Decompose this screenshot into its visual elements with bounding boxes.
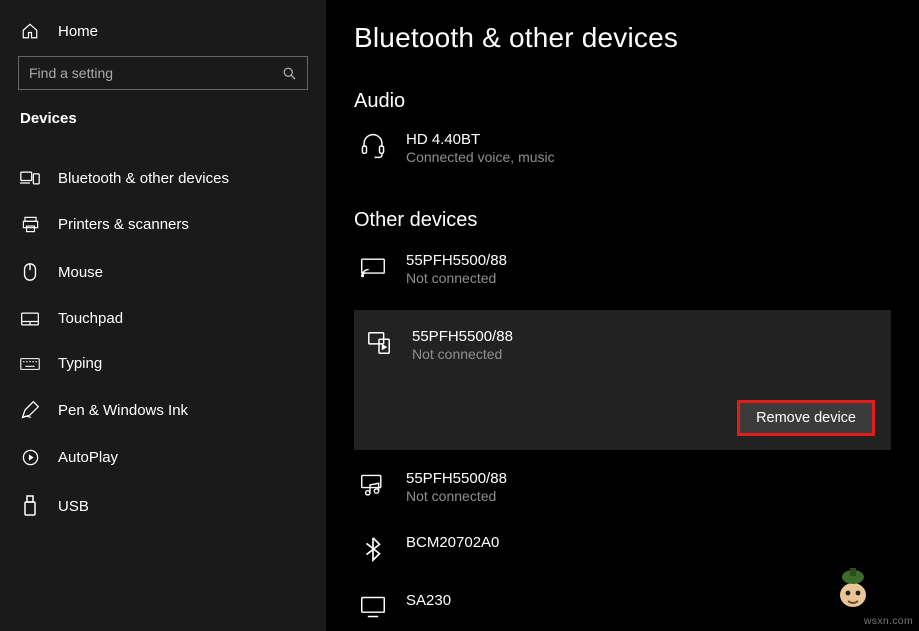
nav-touchpad[interactable]: Touchpad bbox=[0, 296, 326, 341]
device-item-selected[interactable]: 55PFH5500/88 Not connected Remove device bbox=[354, 310, 891, 450]
search-placeholder: Find a setting bbox=[29, 65, 282, 81]
device-name: BCM20702A0 bbox=[406, 534, 499, 551]
page-title: Bluetooth & other devices bbox=[354, 22, 891, 54]
audio-group-title: Audio bbox=[354, 90, 891, 113]
nav-label: Pen & Windows Ink bbox=[58, 402, 188, 419]
usb-icon bbox=[20, 495, 40, 517]
device-status: Not connected bbox=[412, 346, 513, 362]
cast-icon bbox=[360, 254, 386, 280]
device-item[interactable]: SA230 bbox=[354, 586, 891, 631]
audio-device[interactable]: HD 4.40BT Connected voice, music bbox=[354, 127, 891, 173]
main-panel: Bluetooth & other devices Audio HD 4.40B… bbox=[326, 0, 919, 631]
nav-autoplay[interactable]: AutoPlay bbox=[0, 434, 326, 481]
search-input[interactable]: Find a setting bbox=[18, 56, 308, 90]
headset-icon bbox=[360, 133, 386, 159]
device-item[interactable]: BCM20702A0 bbox=[354, 528, 891, 586]
nav-label: Typing bbox=[58, 355, 102, 372]
home-label: Home bbox=[58, 23, 98, 40]
devices-icon bbox=[20, 169, 40, 187]
search-icon bbox=[282, 66, 297, 81]
home-link[interactable]: Home bbox=[0, 12, 326, 56]
device-name: HD 4.40BT bbox=[406, 131, 555, 148]
nav-printers[interactable]: Printers & scanners bbox=[0, 201, 326, 248]
autoplay-icon bbox=[20, 448, 40, 467]
nav-label: AutoPlay bbox=[58, 449, 118, 466]
mascot-image bbox=[833, 565, 873, 609]
bluetooth-icon bbox=[360, 536, 386, 562]
nav-mouse[interactable]: Mouse bbox=[0, 248, 326, 296]
watermark: wsxn.com bbox=[864, 615, 913, 627]
monitor-icon bbox=[360, 594, 386, 620]
sidebar: Home Find a setting Devices Bluetooth & … bbox=[0, 0, 326, 631]
nav-bluetooth[interactable]: Bluetooth & other devices bbox=[0, 155, 326, 201]
nav-label: Bluetooth & other devices bbox=[58, 170, 229, 187]
section-title: Devices bbox=[0, 108, 326, 141]
touchpad-icon bbox=[20, 311, 40, 327]
nav: Bluetooth & other devices Printers & sca… bbox=[0, 155, 326, 531]
nav-label: Printers & scanners bbox=[58, 216, 189, 233]
device-status: Not connected bbox=[406, 270, 507, 286]
device-item[interactable]: 55PFH5500/88 Not connected bbox=[354, 464, 891, 528]
printer-icon bbox=[20, 215, 40, 234]
home-icon bbox=[20, 22, 40, 40]
nav-label: Touchpad bbox=[58, 310, 123, 327]
nav-usb[interactable]: USB bbox=[0, 481, 326, 531]
other-group-title: Other devices bbox=[354, 209, 891, 232]
pen-icon bbox=[20, 400, 40, 420]
device-name: 55PFH5500/88 bbox=[406, 470, 507, 487]
device-status: Connected voice, music bbox=[406, 149, 555, 165]
keyboard-icon bbox=[20, 357, 40, 371]
nav-pen[interactable]: Pen & Windows Ink bbox=[0, 386, 326, 434]
nav-typing[interactable]: Typing bbox=[0, 341, 326, 386]
nav-label: Mouse bbox=[58, 264, 103, 281]
device-name: 55PFH5500/88 bbox=[412, 328, 513, 345]
remove-device-button[interactable]: Remove device bbox=[737, 400, 875, 436]
device-status: Not connected bbox=[406, 488, 507, 504]
device-item[interactable]: 55PFH5500/88 Not connected bbox=[354, 246, 891, 310]
device-name: SA230 bbox=[406, 592, 451, 609]
media-device-icon bbox=[360, 472, 386, 498]
nav-label: USB bbox=[58, 498, 89, 515]
play-device-icon bbox=[366, 330, 392, 356]
device-name: 55PFH5500/88 bbox=[406, 252, 507, 269]
mouse-icon bbox=[20, 262, 40, 282]
